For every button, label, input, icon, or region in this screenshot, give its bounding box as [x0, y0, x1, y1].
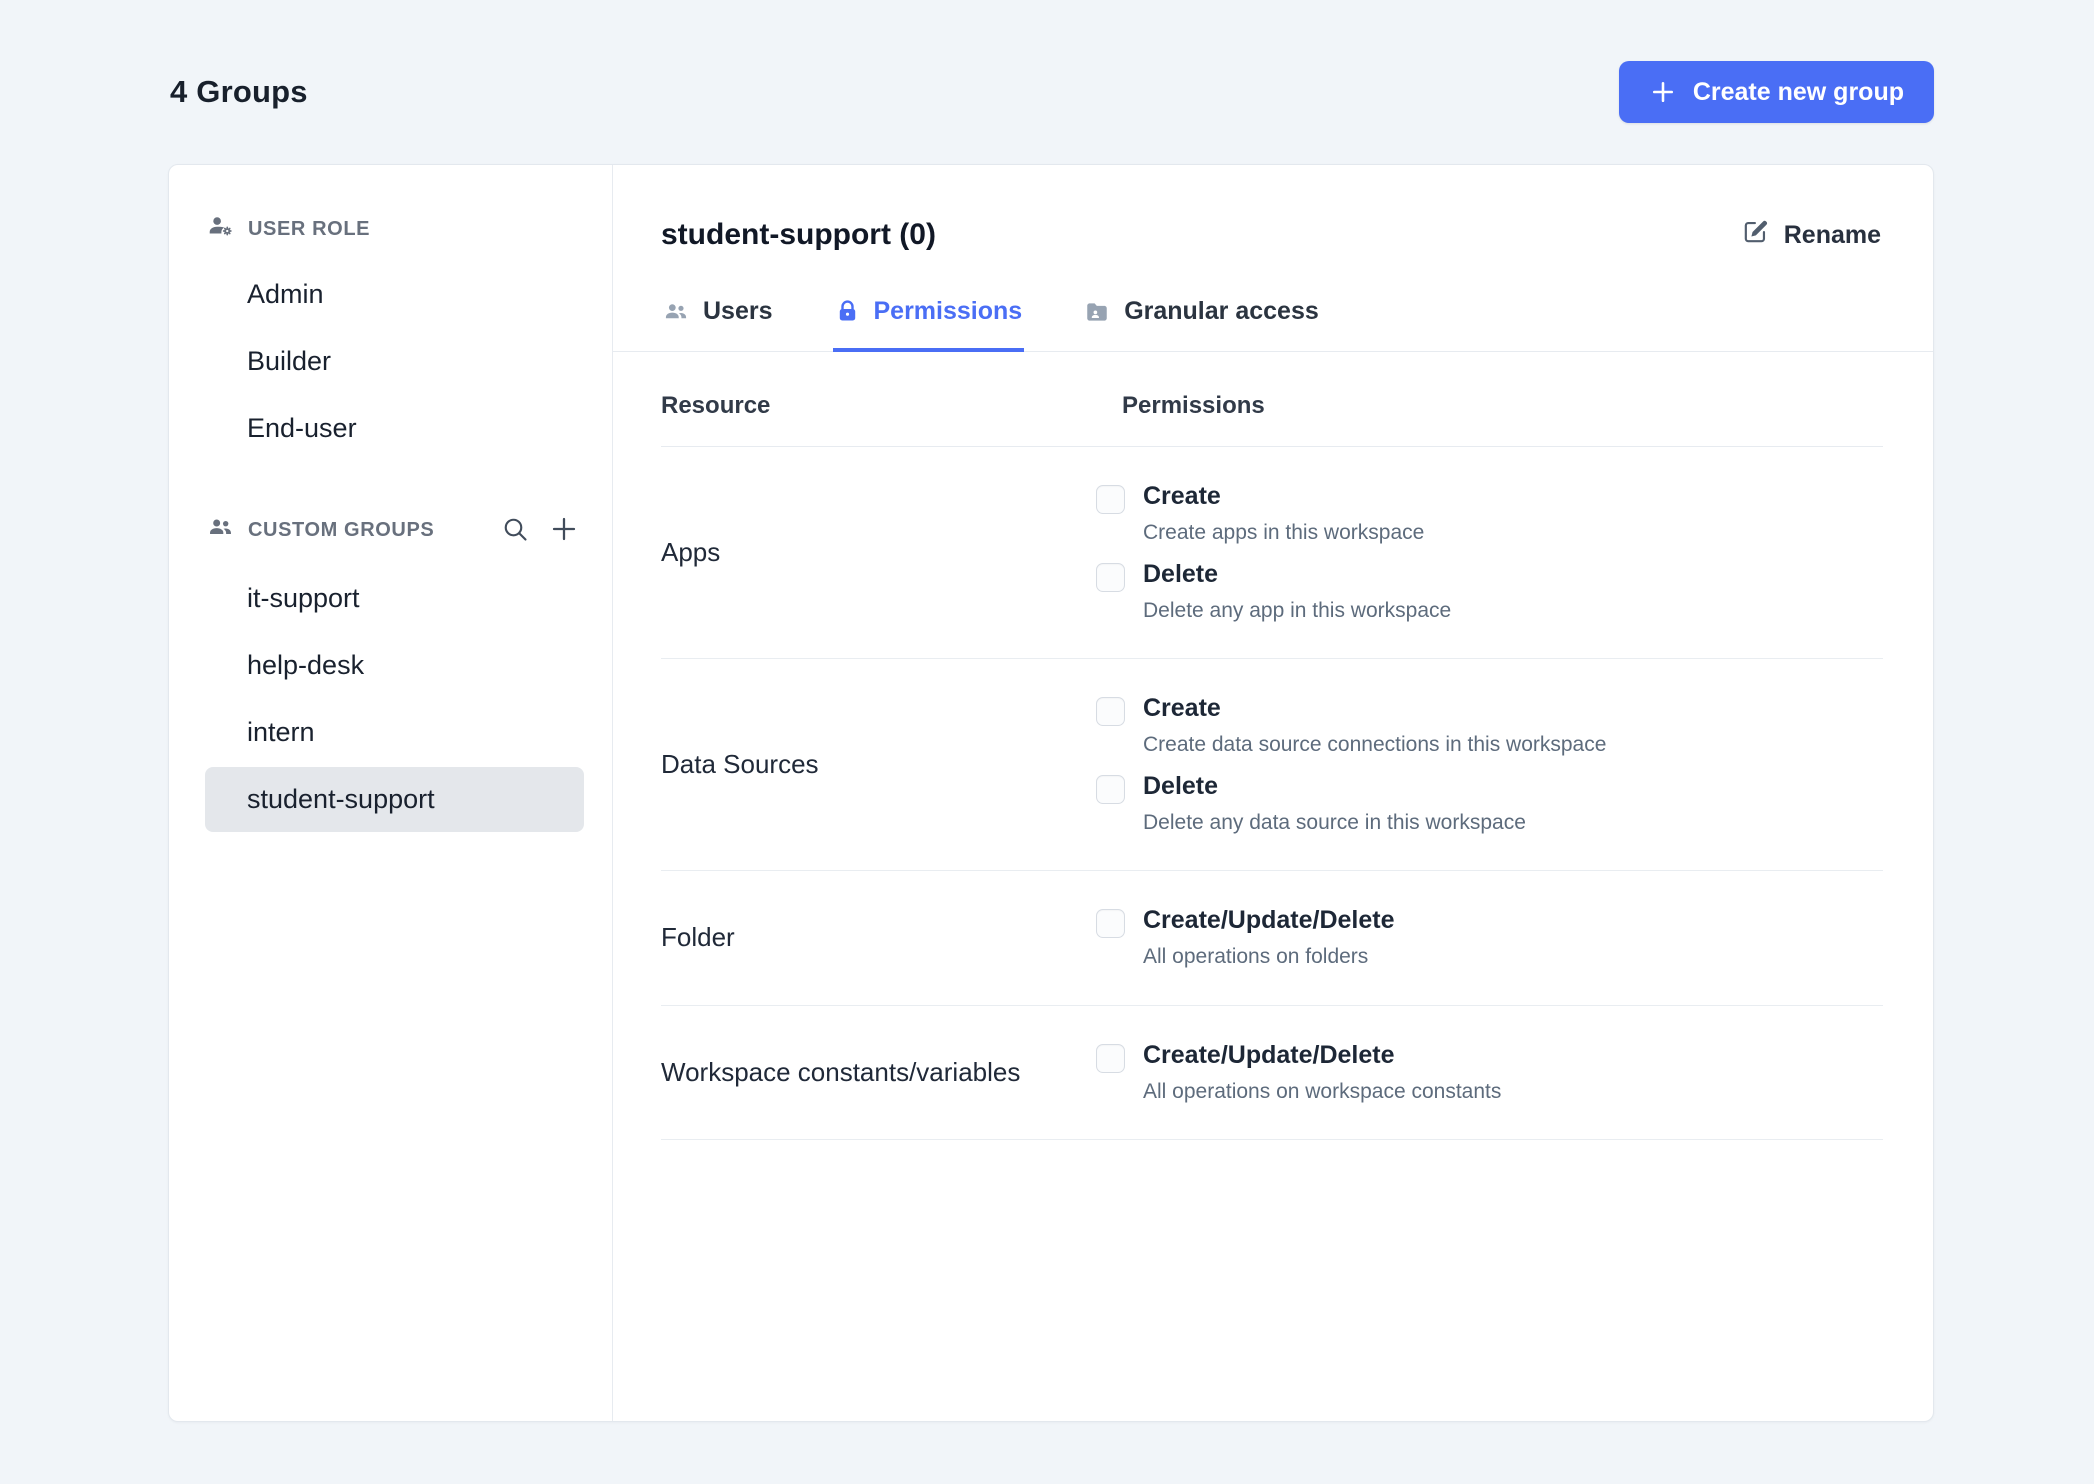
- checkbox-apps-delete[interactable]: [1096, 562, 1125, 592]
- permissions-table: Resource Permissions Apps Create Create …: [661, 352, 1883, 1141]
- rename-label: Rename: [1783, 220, 1881, 249]
- add-group-button[interactable]: [546, 511, 582, 550]
- user-gear-icon: [207, 213, 234, 246]
- tab-permissions-label: Permissions: [873, 297, 1023, 325]
- permission-text: Create/Update/Delete All operations on w…: [1143, 1040, 1501, 1106]
- users-icon: [663, 299, 689, 325]
- tab-granular-access-label: Granular access: [1124, 297, 1319, 325]
- permission-text: Create/Update/Delete All operations on f…: [1143, 905, 1394, 971]
- permission-description: All operations on folders: [1143, 945, 1369, 969]
- permission-entry: Delete Delete any data source in this wo…: [1096, 771, 1883, 837]
- tab-users-label: Users: [703, 297, 773, 325]
- resource-label: Data Sources: [661, 749, 819, 780]
- user-role-list: Admin Builder End-user: [205, 262, 584, 461]
- group-tabs: Users Permissions Granular access: [613, 289, 1933, 352]
- checkbox-folder-crud[interactable]: [1096, 909, 1125, 939]
- folder-icon: [1084, 299, 1110, 325]
- search-groups-button[interactable]: [498, 512, 532, 549]
- custom-groups-section-header: CUSTOM GROUPS: [205, 505, 584, 566]
- plus-icon: [1649, 78, 1677, 106]
- resource-label: Apps: [661, 537, 721, 568]
- permission-text: Delete Delete any app in this workspace: [1143, 559, 1451, 625]
- create-new-group-label: Create new group: [1692, 77, 1904, 106]
- resource-label: Folder: [661, 922, 735, 953]
- permissions-cell: Create/Update/Delete All operations on f…: [1096, 893, 1883, 983]
- search-icon: [500, 514, 530, 547]
- permission-label: Create: [1143, 694, 1221, 723]
- people-icon: [207, 514, 234, 547]
- tab-permissions[interactable]: Permissions: [832, 289, 1025, 352]
- permission-label: Delete: [1143, 771, 1219, 800]
- group-detail-panel: student-support (0) Rename Users Permiss…: [613, 165, 1933, 1421]
- permission-entry: Delete Delete any app in this workspace: [1096, 559, 1883, 625]
- permissions-cell: Create Create apps in this workspace Del…: [1096, 469, 1883, 636]
- table-row-apps: Apps Create Create apps in this workspac…: [661, 447, 1883, 660]
- groups-sidebar: USER ROLE Admin Builder End-user CUSTOM …: [169, 165, 613, 1421]
- plus-icon: [548, 513, 580, 548]
- sidebar-item-help-desk[interactable]: help-desk: [205, 633, 584, 698]
- permission-entry: Create/Update/Delete All operations on f…: [1096, 905, 1883, 971]
- permission-text: Create Create apps in this workspace: [1143, 481, 1424, 547]
- tab-granular-access[interactable]: Granular access: [1082, 289, 1321, 352]
- resource-label: Workspace constants/variables: [661, 1057, 1021, 1087]
- custom-groups-list: it-support help-desk intern student-supp…: [205, 566, 584, 832]
- sidebar-item-intern[interactable]: intern: [205, 700, 584, 765]
- resource-column-header: Resource: [661, 392, 771, 419]
- edit-icon: [1741, 217, 1770, 253]
- permissions-table-header: Resource Permissions: [661, 352, 1883, 447]
- groups-card: USER ROLE Admin Builder End-user CUSTOM …: [168, 164, 1934, 1422]
- sidebar-item-builder[interactable]: Builder: [205, 329, 584, 394]
- group-detail-header: student-support (0) Rename: [661, 211, 1883, 259]
- permissions-column-header: Permissions: [1122, 392, 1265, 419]
- permission-text: Create Create data source connections in…: [1143, 693, 1606, 759]
- groups-admin-screen: 4 Groups Create new group USER ROLE Admi…: [0, 0, 2094, 1484]
- permission-entry: Create Create apps in this workspace: [1096, 481, 1883, 547]
- permission-description: All operations on workspace constants: [1143, 1079, 1502, 1103]
- permission-label: Delete: [1143, 559, 1219, 588]
- checkbox-apps-create[interactable]: [1096, 485, 1125, 514]
- lock-icon: [835, 299, 860, 324]
- tab-users[interactable]: Users: [661, 289, 775, 352]
- custom-groups-header-label: CUSTOM GROUPS: [248, 519, 435, 541]
- permission-description: Delete any data source in this workspace: [1143, 810, 1526, 834]
- table-row-workspace-constants: Workspace constants/variables Create/Upd…: [661, 1006, 1883, 1141]
- permission-label: Create/Update/Delete: [1143, 1040, 1395, 1069]
- rename-button[interactable]: Rename: [1739, 211, 1883, 259]
- user-role-header-label: USER ROLE: [248, 218, 371, 240]
- user-role-section-header: USER ROLE: [205, 207, 584, 262]
- permission-description: Create apps in this workspace: [1143, 521, 1425, 545]
- permission-label: Create/Update/Delete: [1143, 906, 1395, 935]
- group-title: student-support (0): [661, 218, 936, 251]
- topbar: 4 Groups Create new group: [0, 0, 2094, 126]
- page-title: 4 Groups: [170, 74, 308, 109]
- sidebar-item-student-support[interactable]: student-support: [205, 767, 584, 832]
- create-new-group-button[interactable]: Create new group: [1618, 61, 1934, 123]
- permission-entry: Create Create data source connections in…: [1096, 693, 1883, 759]
- table-row-data-sources: Data Sources Create Create data source c…: [661, 659, 1883, 872]
- permission-description: Delete any app in this workspace: [1143, 598, 1452, 622]
- checkbox-data-sources-create[interactable]: [1096, 697, 1125, 727]
- sidebar-item-it-support[interactable]: it-support: [205, 566, 584, 631]
- permissions-cell: Create/Update/Delete All operations on w…: [1096, 1028, 1883, 1118]
- checkbox-workspace-constants-crud[interactable]: [1096, 1043, 1125, 1073]
- checkbox-data-sources-delete[interactable]: [1096, 774, 1125, 804]
- permission-description: Create data source connections in this w…: [1143, 733, 1607, 757]
- permission-text: Delete Delete any data source in this wo…: [1143, 771, 1526, 837]
- table-row-folder: Folder Create/Update/Delete All operatio…: [661, 871, 1883, 1006]
- permission-label: Create: [1143, 482, 1221, 510]
- sidebar-item-end-user[interactable]: End-user: [205, 396, 584, 461]
- permissions-cell: Create Create data source connections in…: [1096, 681, 1883, 848]
- sidebar-item-admin[interactable]: Admin: [205, 262, 584, 327]
- permission-entry: Create/Update/Delete All operations on w…: [1096, 1040, 1883, 1106]
